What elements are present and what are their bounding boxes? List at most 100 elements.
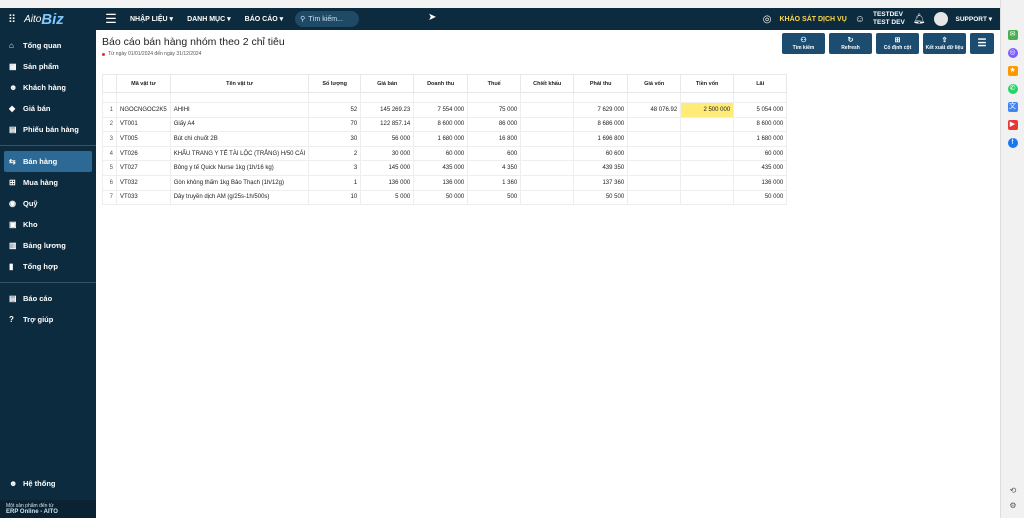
menu-danh-muc[interactable]: DANH MỤC ▾	[187, 15, 231, 23]
column-header[interactable]: Phải thu	[573, 74, 629, 93]
table-cell: 5 054 000	[733, 102, 788, 118]
sidebar-item[interactable]: ▦ Sản phẩm	[0, 56, 96, 77]
filter-cell[interactable]	[467, 92, 522, 103]
table-cell: 30 000	[360, 145, 415, 162]
filter-cell[interactable]	[573, 92, 629, 103]
whatsapp-icon[interactable]: ✆	[1007, 84, 1018, 94]
sidebar-item-label: Phiếu bán hàng	[23, 125, 79, 134]
more-options-button[interactable]: ☰	[970, 33, 994, 54]
facebook-icon[interactable]: f	[1007, 138, 1018, 148]
table-cell: 439 350	[573, 160, 629, 176]
sidebar-item[interactable]: ⌂ Tổng quan	[0, 35, 96, 56]
filter-cell[interactable]	[680, 92, 735, 103]
sidebar-item[interactable]: ◉ Quỹ	[0, 193, 96, 214]
warehouse-icon: ▣	[9, 220, 17, 229]
table-row[interactable]: 3 VT005 Bút chì chuốt 2B 30 56 000 1 680 000 1…	[102, 131, 788, 147]
sidebar-item-label: Hệ thống	[23, 479, 56, 488]
table-row[interactable]: 5 VT027 Bông y tế Quick Nurse 1kg (1h/16 k…	[102, 160, 788, 176]
column-header[interactable]: Thuế	[467, 74, 522, 93]
fund-icon: ◉	[9, 199, 16, 208]
filter-cell[interactable]	[169, 92, 310, 103]
user-info[interactable]: TESTDEV TEST DEV	[873, 11, 905, 27]
column-header[interactable]: Chiết khấu	[520, 74, 575, 93]
sidebar-item[interactable]: ▣ Kho	[0, 214, 96, 235]
sidebar-bottom: ☻ Hệ thống	[0, 473, 96, 494]
filter-cell[interactable]	[360, 92, 415, 103]
table-cell: VT001	[116, 116, 171, 133]
column-header[interactable]: Giá vốn	[627, 74, 682, 93]
youtube-icon[interactable]: ▶	[1007, 120, 1018, 130]
sidebar-item[interactable]: ▮ Tổng hợp	[0, 256, 96, 277]
export-icon: ⇪	[941, 36, 948, 44]
refresh-button-label: Refresh	[841, 44, 860, 51]
table-cell: Bông y tế Quick Nurse 1kg (1h/16 kg)	[169, 160, 310, 176]
pin-column-button[interactable]: ⊞ Cố định cột	[876, 33, 919, 54]
survey-link[interactable]: KHẢO SÁT DỊCH VỤ	[780, 16, 847, 23]
export-button-label: Kết xuất dữ liệu	[925, 44, 964, 51]
sidebar-item[interactable]: ▤ Báo cáo	[0, 288, 96, 309]
column-header[interactable]: Mã vật tư	[116, 74, 171, 93]
table-row[interactable]: 2 VT001 Giấy A4 70 122 857.14 8 600 000 86 000…	[102, 116, 788, 133]
sidebar-item[interactable]: ◆ Giá bán	[0, 98, 96, 119]
brand-prefix: Aito	[24, 13, 42, 25]
product-icon: ▦	[9, 62, 17, 71]
menu-bao-cao[interactable]: BÁO CÁO ▾	[245, 15, 284, 23]
bell-icon[interactable]: 🔔︎	[913, 14, 926, 25]
browser-side-bottom: ⟲ ⚙	[1001, 486, 1024, 510]
sidebar-item-label: Bảng lương	[23, 241, 66, 250]
settings-gear-icon[interactable]: ⚙	[1001, 501, 1024, 510]
column-header[interactable]: Lãi	[733, 74, 788, 93]
column-header[interactable]: Tên vật tư	[169, 74, 310, 93]
filter-cell[interactable]	[308, 92, 362, 103]
menu-toggle-icon[interactable]: ☰	[96, 11, 126, 27]
apps-grid-icon[interactable]: ⠿	[8, 13, 16, 26]
row-index: 3	[102, 131, 117, 147]
filter-cell[interactable]	[520, 92, 575, 103]
logo[interactable]: ⠿ Aito Biz	[0, 8, 96, 30]
bookmark-icon[interactable]: ★	[1007, 66, 1018, 76]
column-header[interactable]: Tiền vốn	[680, 74, 735, 93]
search-input[interactable]: ⚲ Tìm kiếm...	[295, 11, 360, 27]
table-row[interactable]: 1 NGOCNGOC2K5 AHIHI 52 145 269.23 7 554 000 75…	[102, 102, 788, 118]
report-icon: ▤	[9, 294, 17, 303]
column-header[interactable]: Số lượng	[308, 74, 362, 93]
table-cell: 70	[308, 116, 362, 133]
table-cell: 86 000	[467, 116, 522, 133]
filter-cell[interactable]	[413, 92, 469, 103]
messenger-icon[interactable]: ◎	[1007, 48, 1018, 58]
filter-cell[interactable]	[733, 92, 788, 103]
history-icon[interactable]: ⟲	[1001, 486, 1024, 495]
main-content: Báo cáo bán hàng nhóm theo 2 chỉ tiêu Từ…	[96, 30, 1000, 518]
footer-line-2: ERP Online - AITO	[6, 509, 58, 515]
filter-cell[interactable]	[627, 92, 682, 103]
sidebar-item[interactable]: ▤ Phiếu bán hàng	[0, 119, 96, 140]
sidebar-item[interactable]: ? Trợ giúp	[0, 309, 96, 330]
messenger-icon[interactable]: ◎	[763, 14, 772, 25]
sidebar-item[interactable]: ⊞ Mua hàng	[0, 172, 96, 193]
support-menu[interactable]: SUPPORT ▾	[956, 15, 993, 23]
filter-cell[interactable]	[116, 92, 171, 103]
refresh-button[interactable]: ↻ Refresh	[829, 33, 872, 54]
export-button[interactable]: ⇪ Kết xuất dữ liệu	[923, 33, 966, 54]
sidebar-item-settings[interactable]: ☻ Hệ thống	[0, 473, 96, 494]
table-cell	[627, 174, 682, 191]
sidebar-item[interactable]: ⇆ Bán hàng	[4, 151, 92, 172]
sidebar-item[interactable]: ☻ Khách hàng	[0, 77, 96, 98]
column-header[interactable]: Doanh thu	[413, 74, 469, 93]
list-menu-icon: ☰	[977, 37, 987, 49]
table-row[interactable]: 7 VT033 Dây truyền dịch AM (g/25s-1h/500s)…	[102, 189, 788, 206]
row-index: 2	[102, 116, 117, 133]
table-row[interactable]: 6 VT032 Gòn không thấm 1kg Bảo Thạch (1h/1…	[102, 174, 788, 191]
table-cell	[680, 116, 735, 133]
sidebar-item[interactable]: ▥ Bảng lương	[0, 235, 96, 256]
menu-nhap-lieu[interactable]: NHẬP LIỆU ▾	[130, 15, 173, 23]
table-row[interactable]: 4 VT026 KHẨU TRANG Y TẾ TÀI LỘC (TRẮNG) H/…	[102, 145, 788, 162]
search-button[interactable]: ⚇ Tìm kiếm	[782, 33, 825, 54]
translate-icon[interactable]: 文	[1007, 102, 1018, 112]
avatar[interactable]	[933, 12, 948, 26]
user-support-icon[interactable]: ☺	[855, 14, 865, 25]
table-cell: 1 696 800	[573, 131, 629, 147]
table-cell: VT027	[116, 160, 171, 176]
chat-icon[interactable]: ✉	[1007, 30, 1018, 40]
column-header[interactable]: Giá bán	[360, 74, 415, 93]
